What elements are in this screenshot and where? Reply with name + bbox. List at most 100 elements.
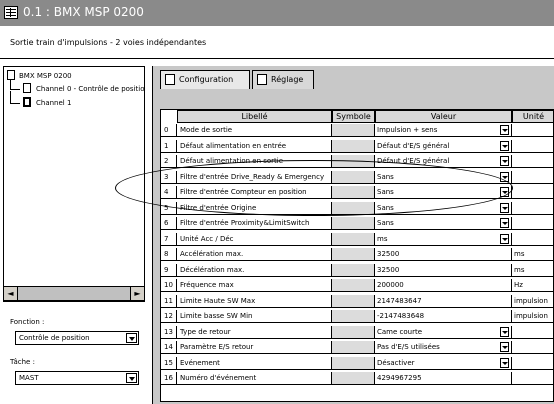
- value-cell[interactable]: Sans: [375, 217, 512, 230]
- value-cell[interactable]: Sans: [375, 170, 512, 184]
- chevron-down-icon[interactable]: [500, 202, 509, 213]
- symbol-cell[interactable]: [332, 310, 375, 323]
- tab-reglage[interactable]: Réglage: [252, 70, 314, 89]
- value-cell[interactable]: Défaut d'E/S général: [375, 139, 512, 153]
- table-row[interactable]: 6 Filtre d'entrée Proximity&LimitSwitch Sa…: [161, 217, 553, 230]
- value-cell[interactable]: 2147483647: [375, 294, 512, 308]
- param-label: Filtre d'entrée Compteur en position: [177, 186, 332, 199]
- symbol-cell[interactable]: [332, 232, 375, 246]
- symbol-cell[interactable]: [332, 186, 375, 199]
- scroll-right-icon[interactable]: ►: [130, 287, 144, 300]
- symbol-cell[interactable]: [332, 155, 375, 168]
- symbol-cell[interactable]: [332, 294, 375, 308]
- tache-label: Tâche :: [10, 358, 35, 366]
- row-number: 9: [161, 263, 177, 277]
- chevron-down-icon[interactable]: [126, 333, 137, 343]
- value-cell[interactable]: ms: [375, 232, 512, 246]
- param-label: Mode de sortie: [177, 124, 332, 137]
- table-row[interactable]: 1 Défaut alimentation en entrée Défaut d'E…: [161, 139, 553, 153]
- symbol-cell[interactable]: [332, 170, 375, 184]
- row-number: 10: [161, 279, 177, 292]
- module-icon: [7, 70, 15, 80]
- table-row[interactable]: 14 Paramètre E/S retour Pas d'E/S utilisée…: [161, 341, 553, 354]
- tree-scrollbar[interactable]: ◄ ►: [3, 286, 145, 301]
- value-text: Défaut d'E/S général: [377, 157, 450, 165]
- fonction-select[interactable]: Contrôle de position: [15, 331, 139, 345]
- value-cell[interactable]: 32500: [375, 263, 512, 277]
- unit-cell: [512, 171, 553, 184]
- table-row[interactable]: 10 Fréquence max 200000 Hz: [161, 279, 553, 292]
- value-cell[interactable]: 4294967295: [375, 372, 512, 385]
- chevron-down-icon[interactable]: [500, 125, 509, 135]
- row-number: 13: [161, 325, 177, 339]
- param-label: Evénement: [177, 356, 332, 370]
- symbol-cell[interactable]: [332, 263, 375, 277]
- chevron-down-icon[interactable]: [500, 171, 509, 182]
- value-text: ms: [377, 234, 388, 243]
- row-number: 6: [161, 217, 177, 230]
- table-row[interactable]: 2 Défaut alimentation en sortie Défaut d'E…: [161, 155, 553, 168]
- value-cell[interactable]: Sans: [375, 201, 512, 215]
- value-cell[interactable]: 200000: [375, 279, 512, 292]
- scroll-left-icon[interactable]: ◄: [4, 287, 18, 300]
- table-row[interactable]: 12 Limite basse SW Min -2147483648 impulsio…: [161, 310, 553, 323]
- chevron-down-icon[interactable]: [500, 140, 509, 151]
- row-number: 0: [161, 124, 177, 137]
- table-row[interactable]: 15 Evénement Désactiver: [161, 356, 553, 370]
- chevron-down-icon[interactable]: [500, 156, 509, 166]
- symbol-cell[interactable]: [332, 201, 375, 215]
- value-cell[interactable]: Pas d'E/S utilisées: [375, 341, 512, 354]
- symbol-cell[interactable]: [332, 217, 375, 230]
- value-cell[interactable]: 32500: [375, 248, 512, 261]
- tache-select[interactable]: MAST: [15, 371, 139, 385]
- table-row[interactable]: 4 Filtre d'entrée Compteur en position San…: [161, 186, 553, 199]
- table-row[interactable]: 5 Filtre d'entrée Origine Sans: [161, 201, 553, 215]
- value-cell[interactable]: Sans: [375, 186, 512, 199]
- tab-configuration[interactable]: Configuration: [160, 70, 250, 89]
- param-label: Unité Acc / Déc: [177, 232, 332, 246]
- symbol-cell[interactable]: [332, 325, 375, 339]
- table-row[interactable]: 8 Accélération max. 32500 ms: [161, 248, 553, 261]
- unit-cell: ms: [512, 264, 553, 277]
- table-row[interactable]: 9 Décélération max. 32500 ms: [161, 263, 553, 277]
- symbol-cell[interactable]: [332, 124, 375, 137]
- value-cell[interactable]: Impulsion + sens: [375, 124, 512, 137]
- param-label: Type de retour: [177, 325, 332, 339]
- chevron-down-icon[interactable]: [500, 218, 509, 228]
- value-text: Défaut d'E/S général: [377, 141, 450, 150]
- chevron-down-icon[interactable]: [500, 187, 509, 197]
- chevron-down-icon[interactable]: [500, 233, 509, 244]
- unit-cell: [512, 155, 553, 168]
- symbol-cell[interactable]: [332, 279, 375, 292]
- param-label: Filtre d'entrée Origine: [177, 201, 332, 215]
- row-number: 5: [161, 201, 177, 215]
- chevron-down-icon[interactable]: [500, 342, 509, 352]
- symbol-cell[interactable]: [332, 356, 375, 370]
- symbol-cell[interactable]: [332, 139, 375, 153]
- unit-cell: [512, 140, 553, 153]
- table-row[interactable]: 3 Filtre d'entrée Drive_Ready & Emergency…: [161, 170, 553, 184]
- chevron-down-icon[interactable]: [500, 326, 509, 337]
- chevron-down-icon[interactable]: [500, 357, 509, 368]
- unit-cell: [512, 372, 553, 385]
- row-number: 4: [161, 186, 177, 199]
- symbol-cell[interactable]: [332, 372, 375, 385]
- value-cell[interactable]: Came courte: [375, 325, 512, 339]
- table-row[interactable]: 7 Unité Acc / Déc ms: [161, 232, 553, 246]
- value-cell[interactable]: Défaut d'E/S général: [375, 155, 512, 168]
- value-text: 32500: [377, 265, 400, 274]
- channel-icon: [23, 83, 31, 93]
- fonction-label: Fonction :: [10, 318, 45, 326]
- table-row[interactable]: 0 Mode de sortie Impulsion + sens: [161, 124, 553, 137]
- tree-line: [10, 103, 20, 104]
- symbol-cell[interactable]: [332, 341, 375, 354]
- chevron-down-icon[interactable]: [126, 373, 137, 383]
- tab-label: Configuration: [179, 75, 234, 84]
- table-row[interactable]: 11 Limite Haute SW Max 2147483647 impulsion: [161, 294, 553, 308]
- table-row[interactable]: 16 Numéro d'événement 4294967295: [161, 372, 553, 385]
- value-cell[interactable]: Désactiver: [375, 356, 512, 370]
- value-cell[interactable]: -2147483648: [375, 310, 512, 323]
- table-row[interactable]: 13 Type de retour Came courte: [161, 325, 553, 339]
- symbol-cell[interactable]: [332, 248, 375, 261]
- fonction-value: Contrôle de position: [19, 334, 90, 342]
